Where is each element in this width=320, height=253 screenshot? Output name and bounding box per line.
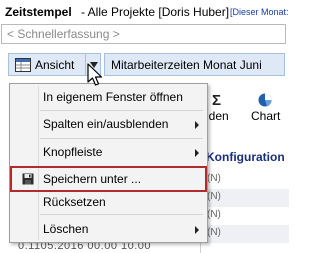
table-cell: (N) — [207, 209, 221, 220]
submenu-arrow-icon — [195, 226, 199, 234]
table-row[interactable]: (N) — [201, 171, 289, 189]
menu-item-open-in-window[interactable]: In eigenem Fenster öffnen — [12, 86, 205, 108]
menu-item-label: Rücksetzen — [43, 195, 106, 209]
pie-chart-icon[interactable] — [258, 93, 272, 107]
window-icon — [15, 58, 31, 72]
menu-item-label: Löschen — [43, 222, 89, 236]
view-dropdown-menu: In eigenem Fenster öffnen Spalten ein/au… — [9, 83, 208, 243]
mouse-pointer-icon — [87, 63, 103, 86]
menu-item-button-bar[interactable]: Knopfleiste — [12, 141, 205, 163]
table-row[interactable]: (N) — [201, 207, 289, 225]
month-info-note: [Dieser Monat: — [230, 7, 289, 17]
quick-entry-box[interactable] — [1, 24, 286, 44]
menu-item-reset[interactable]: Rücksetzen — [12, 191, 205, 213]
menu-item-label: Spalten ein/ausblenden — [43, 117, 169, 131]
table-cell: (N) — [207, 191, 221, 202]
quick-entry-input[interactable] — [2, 25, 285, 43]
submenu-arrow-icon — [195, 149, 199, 157]
table-row[interactable]: (N) — [201, 225, 289, 243]
window-titlebar: Zeitstempel - Alle Projekte [Doris Huber… — [0, 0, 289, 24]
save-icon — [22, 173, 34, 185]
app-title: Zeitstempel — [5, 5, 72, 19]
menu-item-label: Speichern unter ... — [43, 172, 142, 186]
menu-separator — [40, 110, 203, 111]
submenu-arrow-icon — [195, 121, 199, 129]
column-header-configuration: Konfiguration — [206, 150, 285, 164]
menu-separator — [40, 214, 203, 215]
table-cell: (N) — [207, 173, 221, 184]
window-context-title: - Alle Projekte [Doris Huber] — [81, 5, 230, 19]
monthly-staff-times-label: Mitarbeiterzeiten Monat Juni — [111, 58, 262, 72]
menu-item-label: In eigenem Fenster öffnen — [43, 90, 183, 104]
sigma-icon[interactable]: Σ — [212, 92, 221, 109]
table-cell: (N) — [207, 227, 221, 238]
toolbar: Ansicht Mitarbeiterzeiten Monat Juni — [0, 44, 289, 84]
menu-item-toggle-columns[interactable]: Spalten ein/ausblenden — [12, 113, 205, 135]
menu-separator — [40, 138, 203, 139]
view-button-label: Ansicht — [35, 58, 75, 72]
menu-item-label: Knopfleiste — [43, 145, 103, 159]
table-row[interactable]: (N) — [201, 189, 289, 207]
menu-icon-gutter — [38, 86, 39, 240]
ribbon-icons: Σ nden Chart — [200, 90, 289, 130]
chart-label: Chart — [251, 109, 281, 123]
menu-item-save-as[interactable]: Speichern unter ... — [10, 166, 207, 192]
menu-item-delete[interactable]: Löschen — [12, 218, 205, 240]
monthly-staff-times-button[interactable]: Mitarbeiterzeiten Monat Juni — [104, 53, 285, 76]
data-table: Konfiguration (N) (N) (N) (N) — [200, 140, 289, 253]
